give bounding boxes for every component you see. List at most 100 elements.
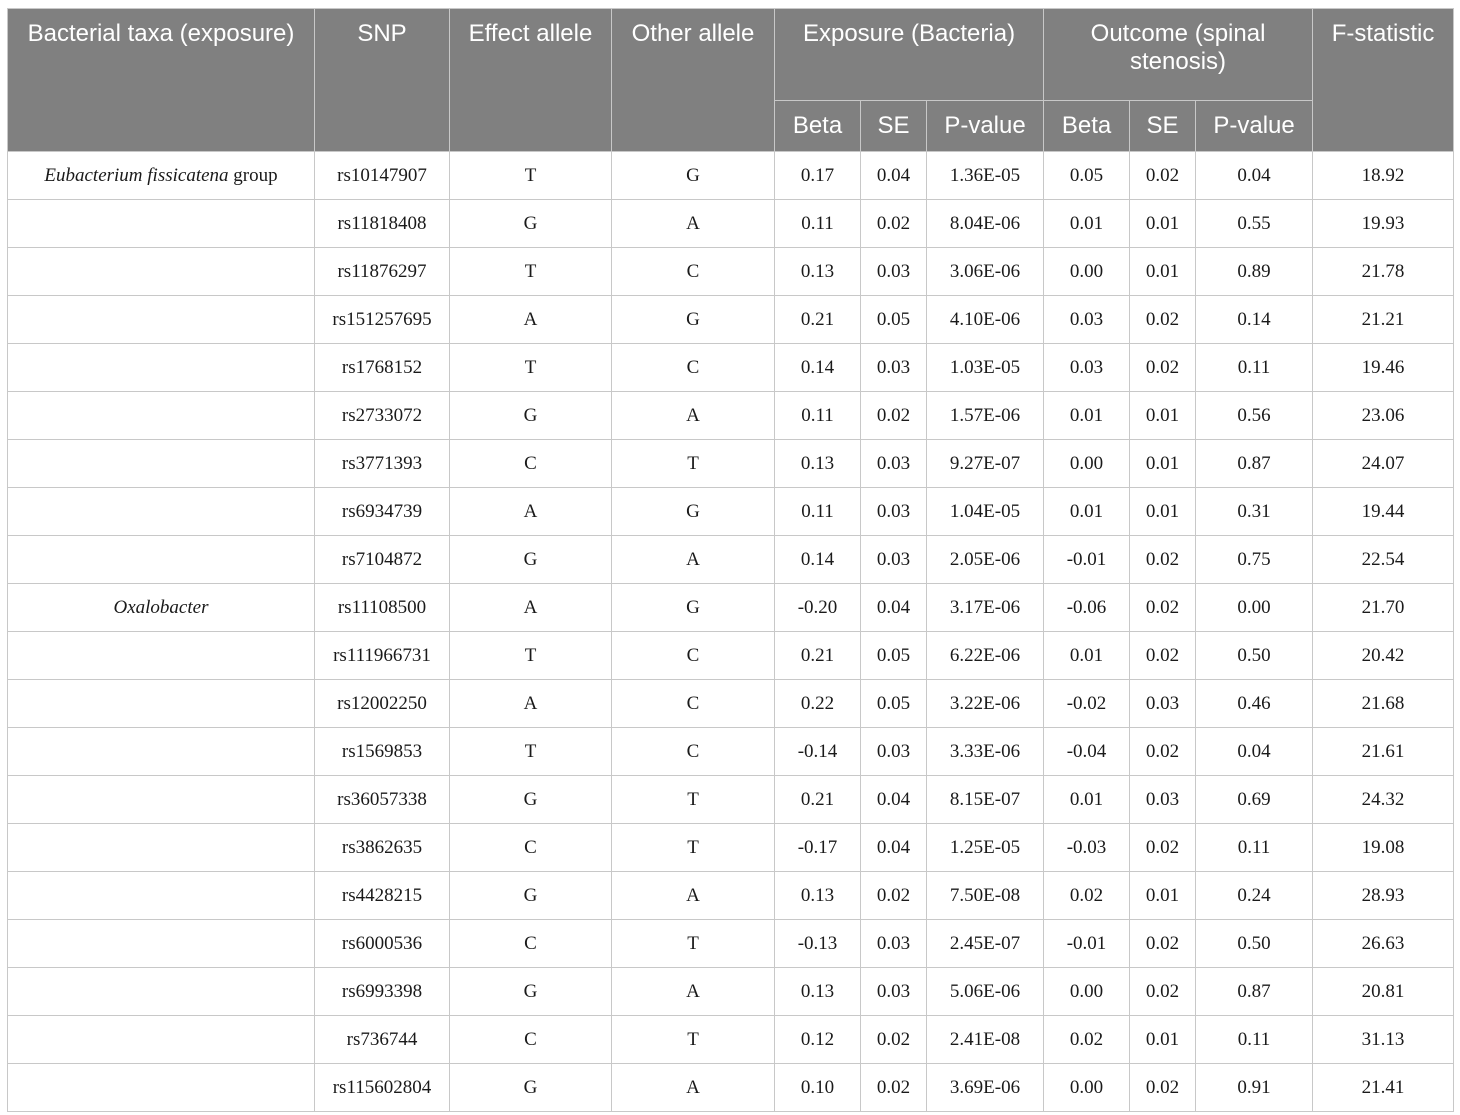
out-beta-cell: 0.01 [1043,391,1131,440]
out-pvalue-cell: 0.50 [1195,919,1314,968]
table-row: rs1569853 T C -0.14 0.03 3.33E-06 -0.04 0.02 0.0… [7,727,1455,776]
exp-pvalue-cell: 3.22E-06 [925,679,1045,728]
snp-cell: rs6000536 [314,919,450,968]
out-se-cell: 0.01 [1129,199,1197,248]
table-row: rs11818408 G A 0.11 0.02 8.04E-06 0.01 0.01 0.55… [7,199,1455,248]
table-row: rs115602804 G A 0.10 0.02 3.69E-06 0.00 0.02 0.9… [7,1063,1455,1112]
out-pvalue-cell: 0.87 [1195,439,1314,488]
fstat-cell: 18.92 [1312,151,1455,200]
fstat-cell: 21.21 [1312,295,1455,344]
out-beta-cell: 0.00 [1043,967,1131,1016]
exp-se-cell: 0.05 [860,631,927,680]
out-se-cell: 0.02 [1129,343,1197,392]
fstat-cell: 20.42 [1312,631,1455,680]
header-snp: SNP [314,8,450,152]
other-allele-cell: G [611,583,775,632]
other-allele-cell: A [611,199,775,248]
table-row: rs12002250 A C 0.22 0.05 3.22E-06 -0.02 0.03 0.4… [7,679,1455,728]
out-se-cell: 0.02 [1129,967,1197,1016]
taxon-cell: Oxalobacter [7,583,315,632]
effect-allele-cell: G [449,199,612,248]
exp-se-cell: 0.03 [860,247,927,296]
effect-allele-cell: G [449,391,612,440]
header-outcome: Outcome (spinal stenosis) [1043,8,1314,101]
header-exposure-label: Exposure (Bacteria) [802,20,1016,47]
other-allele-cell: C [611,679,775,728]
out-se-cell: 0.02 [1129,535,1197,584]
effect-allele-cell: T [449,727,612,776]
other-allele-cell: C [611,631,775,680]
out-pvalue-cell: 0.69 [1195,775,1314,824]
other-allele-cell: T [611,775,775,824]
table-row: rs1768152 T C 0.14 0.03 1.03E-05 0.03 0.02 0.11 1… [7,343,1455,392]
snp-cell: rs1569853 [314,727,450,776]
header-out-se: SE [1129,100,1197,152]
fstat-cell: 19.08 [1312,823,1455,872]
header-fstat: F-statistic [1312,8,1455,152]
fstat-cell: 19.93 [1312,199,1455,248]
snp-cell: rs3862635 [314,823,450,872]
header-out-pvalue: P-value [1195,100,1314,152]
exp-beta-cell: 0.13 [774,967,861,1016]
fstat-cell: 24.07 [1312,439,1455,488]
out-se-cell: 0.01 [1129,247,1197,296]
taxon-cell [7,487,315,536]
fstat-cell: 21.61 [1312,727,1455,776]
other-allele-cell: A [611,391,775,440]
snp-cell: rs111966731 [314,631,450,680]
out-beta-cell: 0.03 [1043,295,1131,344]
taxon-cell [7,295,315,344]
exp-se-cell: 0.04 [860,583,927,632]
snp-cell: rs6934739 [314,487,450,536]
out-se-cell: 0.01 [1129,439,1197,488]
exp-pvalue-cell: 3.33E-06 [925,727,1045,776]
table-row: rs151257695 A G 0.21 0.05 4.10E-06 0.03 0.02 0.1… [7,295,1455,344]
effect-allele-cell: G [449,871,612,920]
exp-beta-cell: 0.13 [774,247,861,296]
snp-cell: rs6993398 [314,967,450,1016]
out-beta-cell: 0.01 [1043,631,1131,680]
table-row: rs3862635 C T -0.17 0.04 1.25E-05 -0.03 0.02 0.1… [7,823,1455,872]
exp-se-cell: 0.04 [860,151,927,200]
exp-pvalue-cell: 1.25E-05 [925,823,1045,872]
exp-pvalue-cell: 3.69E-06 [925,1063,1045,1112]
exp-se-cell: 0.03 [860,487,927,536]
exp-pvalue-cell: 2.05E-06 [925,535,1045,584]
table-row: rs6993398 G A 0.13 0.03 5.06E-06 0.00 0.02 0.87 2… [7,967,1455,1016]
exp-pvalue-cell: 1.36E-05 [925,151,1045,200]
fstat-cell: 21.70 [1312,583,1455,632]
exp-beta-cell: 0.14 [774,343,861,392]
exp-beta-cell: 0.11 [774,391,861,440]
fstat-cell: 20.81 [1312,967,1455,1016]
exp-pvalue-cell: 5.06E-06 [925,967,1045,1016]
header-exp-se: SE [860,100,927,152]
table-row: rs111966731 T C 0.21 0.05 6.22E-06 0.01 0.02 0.5… [7,631,1455,680]
effect-allele-cell: C [449,919,612,968]
effect-allele-cell: A [449,583,612,632]
out-pvalue-cell: 0.55 [1195,199,1314,248]
taxon-name: Oxalobacter [113,596,209,618]
exp-se-cell: 0.03 [860,439,927,488]
table-row: Oxalobacter rs11108500 A G -0.20 0.04 3.17E-06… [7,583,1455,632]
out-beta-cell: 0.02 [1043,1015,1131,1064]
taxon-cell [7,679,315,728]
taxon-cell [7,439,315,488]
out-pvalue-cell: 0.11 [1195,343,1314,392]
out-beta-cell: -0.01 [1043,919,1131,968]
taxon-cell: Eubacterium fissicatena group [7,151,315,200]
out-pvalue-cell: 0.00 [1195,583,1314,632]
header-out-beta: Beta [1043,100,1131,152]
out-pvalue-cell: 0.14 [1195,295,1314,344]
snp-cell: rs7104872 [314,535,450,584]
fstat-cell: 23.06 [1312,391,1455,440]
exp-pvalue-cell: 1.04E-05 [925,487,1045,536]
taxon-cell [7,1063,315,1112]
out-beta-cell: -0.04 [1043,727,1131,776]
table-row: rs2733072 G A 0.11 0.02 1.57E-06 0.01 0.01 0.56 2… [7,391,1455,440]
out-beta-cell: -0.06 [1043,583,1131,632]
out-beta-cell: 0.00 [1043,247,1131,296]
exp-se-cell: 0.02 [860,871,927,920]
snp-cell: rs12002250 [314,679,450,728]
snp-cell: rs11876297 [314,247,450,296]
snp-cell: rs3771393 [314,439,450,488]
